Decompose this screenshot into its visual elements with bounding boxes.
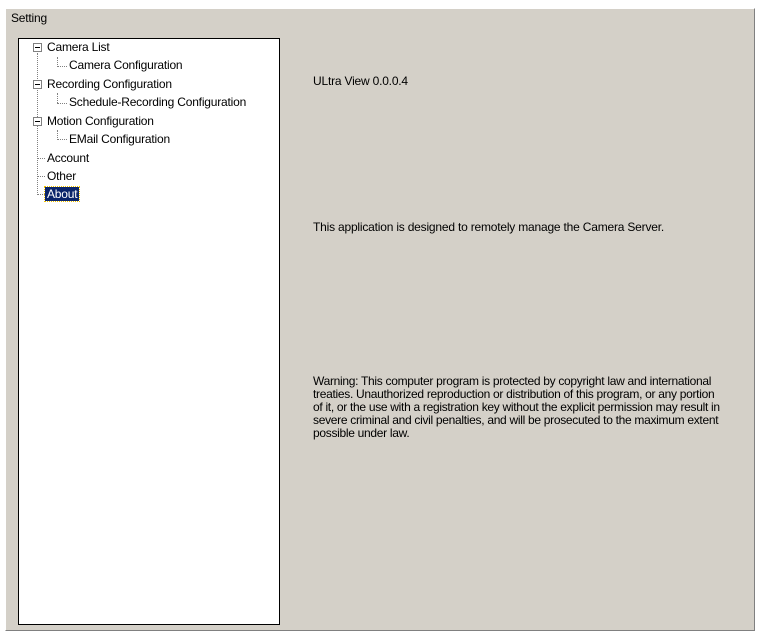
collapse-icon[interactable] (33, 80, 42, 89)
group-title: Setting (11, 11, 47, 25)
tree-item-camera-list[interactable]: Camera List (45, 38, 112, 56)
description-text: This application is designed to remotely… (313, 220, 664, 234)
tree-connector (57, 139, 67, 140)
settings-tree[interactable]: Camera List Camera Configuration Recordi… (18, 38, 280, 625)
tree-connector (37, 176, 45, 177)
tree-item-label: Account (47, 151, 89, 165)
tree-item-other[interactable]: Other (45, 167, 78, 185)
collapse-icon[interactable] (33, 117, 42, 126)
tree-item-label: EMail Configuration (69, 132, 170, 146)
tree-item-label: About (43, 186, 81, 202)
tree-connector (57, 103, 67, 104)
tree-item-label: Camera Configuration (69, 58, 183, 72)
tree-connector (57, 93, 58, 103)
tree-item-camera-configuration[interactable]: Camera Configuration (67, 56, 184, 74)
tree-item-account[interactable]: Account (45, 149, 91, 167)
tree-item-label: Motion Configuration (47, 114, 154, 128)
tree-item-label: Camera List (47, 40, 110, 54)
tree-item-about[interactable]: About (43, 185, 81, 203)
tree-connector (57, 66, 67, 67)
tree-item-motion-configuration[interactable]: Motion Configuration (45, 112, 156, 130)
copyright-warning-text: Warning: This computer program is protec… (313, 374, 720, 440)
tree-item-label: Other (47, 169, 77, 183)
version-text: ULtra View 0.0.0.4 (313, 74, 408, 88)
collapse-icon[interactable] (33, 43, 42, 52)
tree-connector (37, 194, 45, 195)
tree-item-label: Schedule-Recording Configuration (69, 95, 247, 109)
tree-connector (37, 158, 45, 159)
tree-item-email-configuration[interactable]: EMail Configuration (67, 130, 172, 148)
tree-item-label: Recording Configuration (47, 77, 172, 91)
tree-item-schedule-recording-configuration[interactable]: Schedule-Recording Configuration (67, 93, 248, 111)
tree-item-recording-configuration[interactable]: Recording Configuration (45, 75, 174, 93)
